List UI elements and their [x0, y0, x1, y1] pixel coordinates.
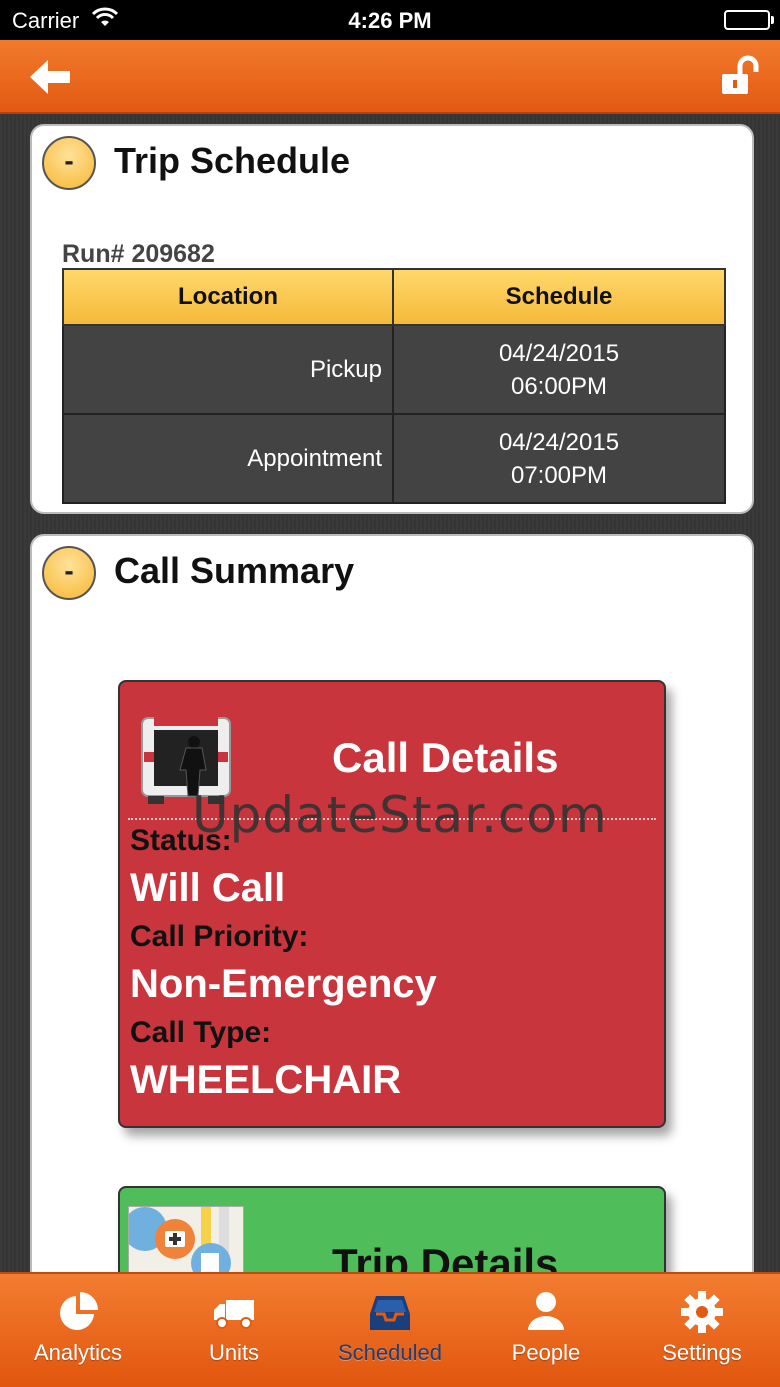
truck-icon	[212, 1290, 256, 1334]
tab-scheduled[interactable]: Scheduled	[312, 1274, 468, 1387]
trip-details-card[interactable]: Trip Details	[118, 1186, 666, 1272]
pie-chart-icon	[56, 1290, 100, 1334]
tab-label: Scheduled	[338, 1340, 442, 1365]
call-details-title: Call Details	[332, 734, 559, 781]
tab-people[interactable]: People	[468, 1274, 624, 1387]
schedule-time: 06:00PM	[510, 372, 608, 400]
schedule-table: Location Schedule Pickup 04/24/2015 06:0…	[62, 268, 726, 504]
priority-value: Non-Emergency	[130, 962, 437, 1006]
clock: 4:26 PM	[348, 8, 432, 33]
location-cell: Appointment	[62, 413, 394, 504]
status-bar: Carrier 4:26 PM	[0, 0, 780, 40]
table-row: Pickup 04/24/2015 06:00PM	[62, 324, 726, 415]
trip-schedule-panel: - Trip Schedule Run# 209682 Location Sch…	[30, 124, 754, 514]
column-header-schedule: Schedule	[392, 268, 726, 326]
trip-schedule-title: Trip Schedule	[114, 140, 351, 181]
tab-units[interactable]: Units	[156, 1274, 312, 1387]
tab-label: Units	[208, 1340, 260, 1365]
tab-bar: Analytics Units Scheduled People Setting…	[0, 1272, 780, 1387]
battery-icon	[724, 10, 774, 30]
column-header-location: Location	[62, 268, 394, 326]
tab-label: Analytics	[33, 1340, 123, 1365]
back-arrow-icon[interactable]	[26, 56, 74, 98]
inbox-icon	[368, 1290, 412, 1334]
person-icon	[524, 1290, 568, 1334]
call-type-value: WHEELCHAIR	[130, 1058, 402, 1102]
schedule-time: 07:00PM	[510, 461, 608, 489]
call-summary-panel: - Call Summary Call Details Status: Will…	[30, 534, 754, 1272]
call-summary-collapse-button[interactable]: -	[42, 546, 96, 600]
trip-schedule-collapse-button[interactable]: -	[42, 136, 96, 190]
priority-label: Call Priority:	[130, 920, 309, 953]
call-details-card[interactable]: Call Details Status: Will Call Call Prio…	[118, 680, 666, 1128]
unlock-icon[interactable]	[718, 54, 762, 98]
status-value: Will Call	[130, 866, 286, 910]
tab-label: People	[511, 1340, 581, 1365]
map-icon	[128, 1206, 244, 1272]
run-number: Run# 209682	[62, 240, 215, 268]
tab-analytics[interactable]: Analytics	[0, 1274, 156, 1387]
trip-details-title: Trip Details	[332, 1240, 559, 1272]
location-cell: Pickup	[62, 324, 394, 415]
nav-bar	[0, 40, 780, 114]
tab-label: Settings	[662, 1340, 742, 1365]
content-area[interactable]: - Trip Schedule Run# 209682 Location Sch…	[0, 114, 780, 1272]
call-summary-title: Call Summary	[114, 550, 355, 591]
table-row: Appointment 04/24/2015 07:00PM	[62, 413, 726, 504]
call-type-label: Call Type:	[130, 1016, 272, 1049]
gear-icon	[680, 1290, 724, 1334]
tab-settings[interactable]: Settings	[624, 1274, 780, 1387]
schedule-cell: 04/24/2015 06:00PM	[392, 324, 726, 415]
schedule-date: 04/24/2015	[498, 339, 620, 367]
schedule-date: 04/24/2015	[498, 428, 620, 456]
schedule-cell: 04/24/2015 07:00PM	[392, 413, 726, 504]
watermark-text: UpdateStar.com	[192, 786, 608, 844]
